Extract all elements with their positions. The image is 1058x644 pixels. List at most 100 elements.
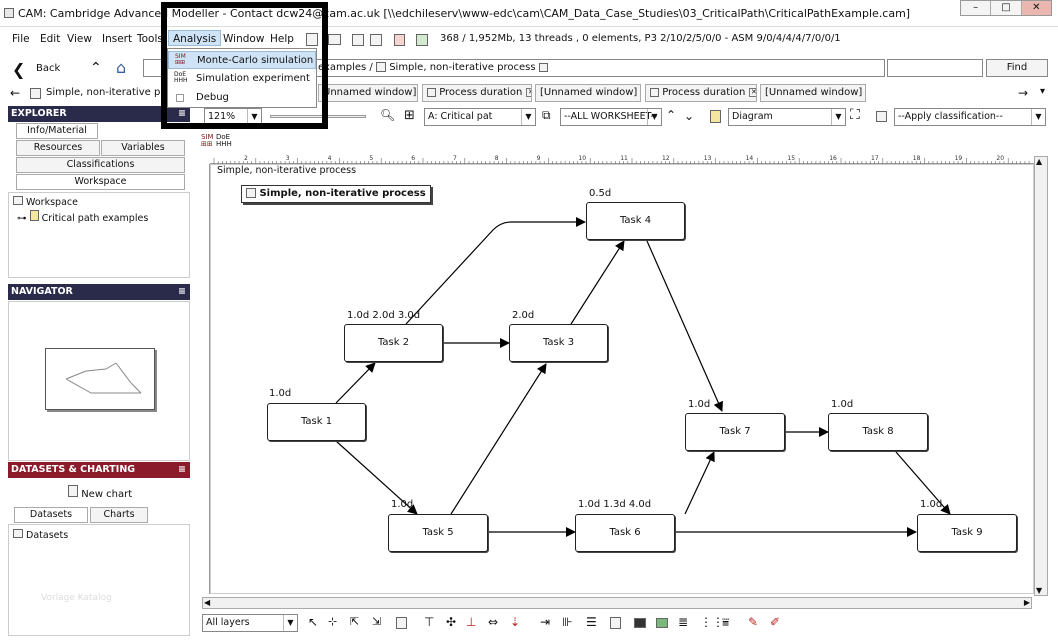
diagram-canvas[interactable]: Simple, non-iterative process Simple, no… [210,164,1034,594]
new-chart-button[interactable]: New chart [68,485,132,500]
tab-process-duration-2[interactable]: Process duration ✕ [645,84,757,102]
tab-charts[interactable]: Charts [90,507,148,523]
task-4-node[interactable]: Task 4 [586,202,685,240]
find-button[interactable]: Find [986,59,1048,77]
worksheet-select[interactable]: --ALL WORKSHEET-- ▼ [560,108,662,126]
task-8-node[interactable]: Task 8 [828,413,928,451]
spacing-icon[interactable]: ⋮⋮ [700,615,724,629]
tab-close-icon[interactable]: ✕ [749,87,756,97]
paint-icon[interactable]: ✎ [748,615,758,629]
task-3-node[interactable]: Task 3 [509,324,608,362]
tab-classifications[interactable]: Classifications [16,157,185,173]
critical-path-select[interactable]: A: Critical pat ▼ [424,108,536,126]
document-icon[interactable] [610,617,621,629]
menu-edit[interactable]: Edit [40,31,60,47]
expand-icon[interactable] [538,62,548,72]
tab-forward-arrow-icon[interactable]: → [1018,86,1028,100]
tab-close-icon[interactable]: ✕ [526,87,531,97]
home-icon[interactable]: ⌂ [116,58,126,77]
tree-item-workspace[interactable]: Workspace [13,196,78,208]
tree-expand-icon[interactable]: ⊶ [17,213,27,224]
tab-workspace[interactable]: Workspace [16,174,185,190]
search-input[interactable] [887,59,983,77]
tab-back-arrow-icon[interactable]: ← [10,86,20,100]
scroll-down-icon[interactable]: ▼ [1036,586,1042,595]
text-align-icon[interactable]: ≣ [678,615,688,629]
pointer-tool-icon[interactable]: ↖ [308,615,318,629]
save-icon[interactable] [352,34,364,46]
layout-icon[interactable]: ⛶ [850,107,860,123]
grid-icon[interactable]: ⊞ [404,108,415,123]
panel-menu-icon[interactable]: ≡ [178,284,186,300]
navigator-viewport[interactable] [45,348,155,410]
add-node-tool-icon[interactable]: ⊹ [328,615,337,628]
distribute-icon[interactable]: ⇔ [488,615,498,629]
horizontal-scrollbar[interactable]: ◀ ▶ [202,597,1032,609]
close-button[interactable]: ✕ [1021,1,1051,15]
eraser-icon[interactable]: ✐ [770,615,780,629]
up-chevron-icon[interactable]: ⌃ [90,60,102,76]
tab-unnamed-window-3[interactable]: [Unnamed window]✕ [760,84,866,102]
title-bar: CAM: Cambridge Advanced Modeller - Conta… [0,0,1058,27]
task-7-node[interactable]: Task 7 [685,413,785,451]
menu-insert[interactable]: Insert [102,31,132,47]
task-9-node[interactable]: Task 9 [917,514,1017,552]
simulation-icon[interactable]: SIM ⊞⊞ [201,134,214,148]
filter-icon[interactable]: ⧉ [542,108,551,123]
maximize-button[interactable]: □ [991,1,1022,15]
task-1-node[interactable]: Task 1 [267,403,366,441]
tab-list-chevron-icon[interactable]: ▾ [1040,86,1045,97]
excel-export-icon[interactable] [416,34,428,46]
scroll-right-icon[interactable]: ▶ [1024,598,1030,607]
tab-datasets[interactable]: Datasets [14,507,88,523]
align-top-icon[interactable]: ⊤ [424,615,434,629]
chevron-up-icon[interactable]: ⌃ [666,108,676,122]
list-layout-icon[interactable]: ☰ [586,615,597,629]
scroll-left-icon[interactable]: ◀ [204,598,210,607]
equal-spacing-icon[interactable]: ⩸ [722,615,729,630]
vertical-scrollbar[interactable]: ▲ ▼ [1034,156,1048,596]
back-button[interactable]: Back [36,63,60,74]
scroll-up-icon[interactable]: ▲ [1036,157,1042,166]
tab-info-material[interactable]: Info/Material [16,123,98,139]
align-bottom-icon[interactable]: ⊥ [466,615,476,629]
tab-unnamed-window-1[interactable]: Unnamed window]✕ [318,84,418,102]
task-6-node[interactable]: Task 6 [575,514,675,552]
tab-resources[interactable]: Resources [16,140,100,156]
minimize-button[interactable]: – [961,1,992,15]
add-edge-tool-icon[interactable]: ⇱ [350,615,359,628]
connect-tool-icon[interactable]: ⇲ [372,615,381,628]
tree-item-critical-path-examples[interactable]: ⊶ Critical path examples [17,210,148,224]
save-all-icon[interactable] [370,34,382,46]
tab-variables[interactable]: Variables [101,140,185,156]
indent-icon[interactable]: ⇥ [540,615,550,629]
open-folder-icon[interactable] [328,34,341,45]
menu-view[interactable]: View [67,31,92,47]
panel-menu-icon[interactable]: ≡ [178,462,186,478]
tab-unnamed-window-2[interactable]: [Unnamed window]✕ [535,84,641,102]
pdf-export-icon[interactable] [394,34,405,46]
tree-layout-icon[interactable]: ⊪ [562,615,572,629]
classification-select[interactable]: --Apply classification-- ▼ [894,108,1046,126]
image-icon[interactable] [656,618,668,628]
explorer-title: EXPLORER [11,108,67,119]
export-icon[interactable] [710,110,721,123]
tab-process-duration-1[interactable]: Process duration✕ [422,84,532,102]
task-2-node[interactable]: Task 2 [344,324,443,362]
search-icon[interactable]: 🔍︎ [380,108,395,122]
doe-icon[interactable]: DoE HHH [216,134,232,148]
menu-tools[interactable]: Tools [137,31,163,47]
current-tab-label[interactable]: Simple, non-iterative process [46,87,171,98]
align-center-icon[interactable]: ✣ [446,615,456,629]
menu-file[interactable]: File [12,31,30,47]
copy-tool-icon[interactable] [396,617,407,629]
task-5-node[interactable]: Task 5 [388,514,488,552]
chevron-down-icon[interactable]: ⌄ [684,109,694,123]
back-arrow-icon[interactable]: ❮ [12,60,25,79]
layers-select[interactable]: All layers ▼ [202,614,298,632]
pin-icon[interactable]: ⇣ [510,615,520,629]
datasets-list-item[interactable]: Datasets [13,529,68,541]
view-select[interactable]: Diagram ▼ [728,108,846,126]
screen-icon[interactable] [634,618,646,628]
lock-icon[interactable] [876,111,887,122]
